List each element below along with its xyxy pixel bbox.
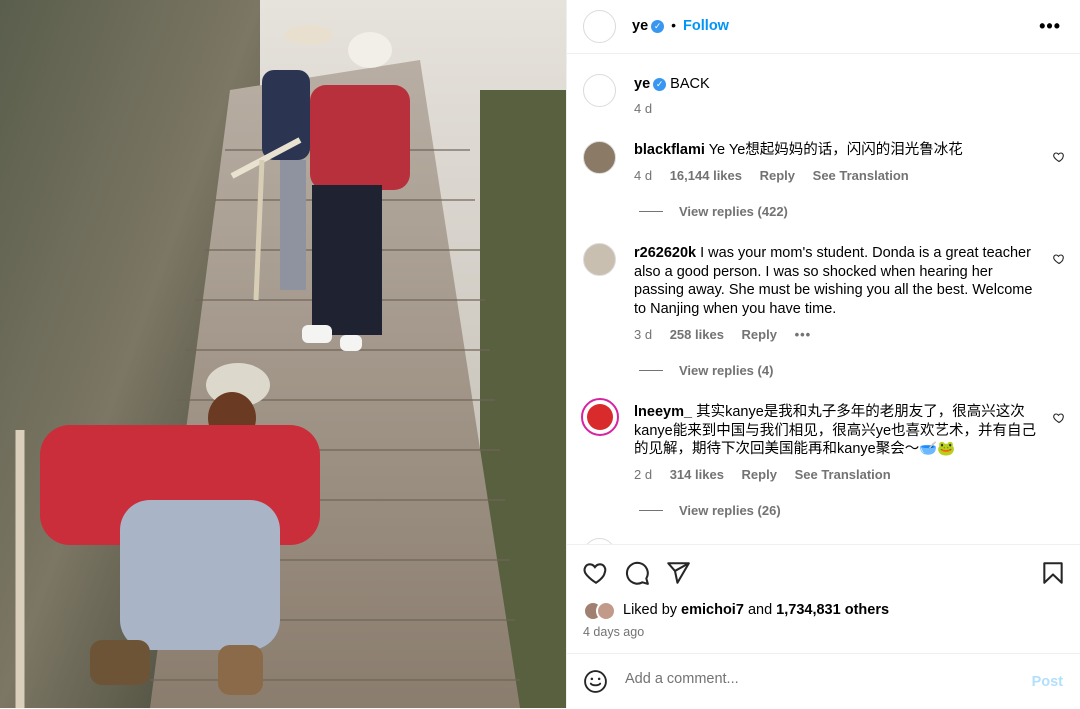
- add-comment-bar: Post: [567, 653, 1080, 709]
- comment-time: 4 d: [634, 168, 653, 183]
- comment-meta: 2 d 314 likes Reply See Translation: [634, 467, 905, 482]
- view-replies-button[interactable]: View replies (422): [639, 204, 788, 219]
- author-line: ye ✓ • Follow: [632, 17, 729, 35]
- liked-by-prefix: Liked by: [623, 602, 678, 618]
- caption-meta: 4 d: [634, 101, 666, 116]
- photo-image: [0, 0, 566, 708]
- view-replies-label: View replies (4): [679, 363, 774, 378]
- liked-by-username[interactable]: emichoi7: [681, 602, 744, 618]
- comment-icon[interactable]: [624, 560, 650, 586]
- replies-line: [639, 510, 663, 511]
- liked-by-others[interactable]: 1,734,831 others: [776, 602, 889, 618]
- author-username[interactable]: ye: [632, 18, 648, 34]
- caption-time: 4 d: [634, 101, 653, 116]
- caption-text-line: ye ✓ BACK: [634, 75, 1039, 94]
- heart-icon[interactable]: [583, 560, 609, 586]
- verified-badge-icon: ✓: [653, 78, 667, 91]
- comment-time: 2 d: [634, 467, 653, 482]
- bookmark-icon[interactable]: [1040, 560, 1066, 586]
- post-header: ye ✓ • Follow •••: [567, 0, 1080, 54]
- liked-by-avatars: [583, 601, 619, 621]
- comment-likes[interactable]: 314 likes: [670, 467, 724, 482]
- reply-button[interactable]: Reply: [742, 467, 777, 482]
- view-replies-label: View replies (422): [679, 204, 788, 219]
- comment-body: r262620k I was your mom's student. Donda…: [634, 244, 1039, 318]
- comment-avatar[interactable]: [583, 243, 616, 276]
- post-time: 4 days ago: [583, 625, 645, 639]
- avatar: [596, 601, 616, 621]
- comment-meta: 3 d 258 likes Reply •••: [634, 327, 825, 342]
- comment-username[interactable]: r262620k: [634, 245, 696, 261]
- replies-line: [639, 370, 663, 371]
- caption-text: BACK: [670, 76, 710, 92]
- see-translation-button[interactable]: See Translation: [813, 168, 909, 183]
- reply-button[interactable]: Reply: [760, 168, 795, 183]
- send-icon[interactable]: [665, 560, 691, 586]
- reply-button[interactable]: Reply: [742, 327, 777, 342]
- author-avatar[interactable]: [583, 10, 616, 43]
- emoji-icon[interactable]: [583, 669, 608, 694]
- view-replies-label: View replies (26): [679, 503, 781, 518]
- comment-username[interactable]: lneeym_: [634, 404, 692, 420]
- comments-list[interactable]: ye ✓ BACK 4 d blackflami Ye Ye想起妈妈的话，闪闪的泪…: [567, 54, 1080, 544]
- follow-button[interactable]: Follow: [683, 18, 729, 34]
- comment-more-icon[interactable]: •••: [795, 327, 812, 342]
- comment-avatar-story[interactable]: [581, 398, 619, 436]
- avatar-image: [587, 404, 613, 430]
- add-comment-input[interactable]: [623, 670, 1007, 688]
- post-actions: [567, 544, 1080, 605]
- comment-heart-icon[interactable]: [1053, 412, 1065, 424]
- caption-username[interactable]: ye: [634, 76, 650, 92]
- comment-body: lneeym_ 其实kanye是我和丸子多年的老朋友了，很高兴这次kanye能来…: [634, 403, 1039, 459]
- comment-time: 3 d: [634, 327, 653, 342]
- verified-badge-icon: ✓: [651, 20, 665, 33]
- caption-avatar[interactable]: [583, 74, 616, 107]
- see-translation-button[interactable]: See Translation: [795, 467, 891, 482]
- comment-text: 其实kanye是我和丸子多年的老朋友了，很高兴这次kanye能来到中国与我们相见…: [634, 404, 1037, 458]
- liked-by-line: Liked by emichoi7 and 1,734,831 others: [623, 602, 889, 618]
- view-replies-button[interactable]: View replies (4): [639, 363, 773, 378]
- comment-heart-icon[interactable]: [1053, 253, 1065, 265]
- separator-dot: •: [671, 17, 677, 33]
- more-options-icon[interactable]: •••: [1039, 16, 1061, 37]
- post-side-panel: ye ✓ • Follow ••• ye ✓ BACK 4 d blackflami Y…: [566, 0, 1080, 708]
- comment-avatar[interactable]: [583, 141, 616, 174]
- replies-line: [639, 211, 663, 212]
- comment-meta: 4 d 16,144 likes Reply See Translation: [634, 168, 923, 183]
- post-comment-button[interactable]: Post: [1032, 674, 1063, 690]
- liked-by-and: and: [747, 602, 773, 618]
- comment-text: Ye Ye想起妈妈的话，闪闪的泪光鲁冰花: [708, 142, 963, 158]
- comment-likes[interactable]: 16,144 likes: [670, 168, 742, 183]
- post-photo: [0, 0, 566, 708]
- comment-username[interactable]: blackflami: [634, 142, 705, 158]
- comment-likes[interactable]: 258 likes: [670, 327, 724, 342]
- comment-body: blackflami Ye Ye想起妈妈的话，闪闪的泪光鲁冰花: [634, 141, 1039, 160]
- comment-heart-icon[interactable]: [1053, 151, 1065, 163]
- view-replies-button[interactable]: View replies (26): [639, 503, 781, 518]
